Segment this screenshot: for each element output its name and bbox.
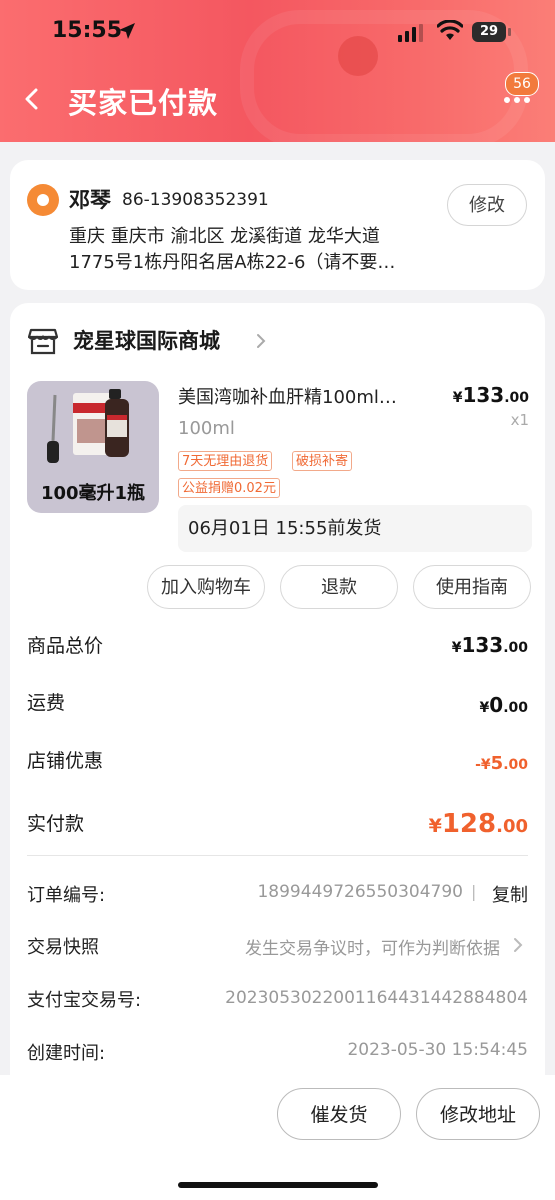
back-arrow-icon[interactable] [22, 88, 42, 110]
created-time-label: 创建时间: [27, 1043, 106, 1064]
page-title: 买家已付款 [68, 86, 219, 120]
change-address-button[interactable]: 修改地址 [416, 1088, 540, 1140]
alipay-trade-number-value: 2023053022001164431442884804 [225, 988, 528, 1008]
shop-name[interactable]: 宠星球国际商城 [73, 325, 220, 355]
status-time: 15:55 [52, 18, 123, 43]
edit-address-button[interactable]: 修改 [447, 184, 527, 226]
product-quantity: x1 [510, 411, 529, 429]
goods-total-label: 商品总价 [27, 635, 104, 657]
store-icon [28, 328, 58, 355]
product-title[interactable]: 美国湾咖补血肝精100ml… [178, 383, 436, 409]
alipay-trade-number-label: 支付宝交易号: [27, 990, 142, 1011]
chevron-right-icon[interactable] [256, 333, 266, 349]
message-count-badge: 56 [505, 72, 539, 96]
recipient-phone: 86-13908352391 [122, 190, 269, 210]
address-line-2: 1775号1栋丹阳名居A栋22-6（请不要… [69, 252, 396, 273]
home-indicator[interactable] [178, 1182, 378, 1188]
goods-total-value: ¥133.00 [451, 633, 528, 657]
separator: | [471, 882, 477, 901]
freight-value: ¥0.00 [479, 693, 528, 717]
freight-label: 运费 [27, 692, 66, 714]
location-arrow-icon [119, 23, 135, 39]
amount-paid-label: 实付款 [27, 813, 85, 835]
order-number-value: 1899449726550304790 [257, 882, 463, 902]
header-bar: 15:55 29 买家已付款 56 [0, 0, 555, 142]
status-bar: 15:55 29 [0, 0, 555, 64]
order-number-label: 订单编号: [27, 885, 106, 906]
chevron-right-icon[interactable] [513, 937, 523, 953]
product-image-caption: 100毫升1瓶 [40, 483, 146, 504]
address-card: 邓琴 86-13908352391 修改 重庆 重庆市 渝北区 龙溪街道 龙华大… [10, 160, 545, 290]
created-time-value: 2023-05-30 15:54:45 [347, 1040, 528, 1060]
location-pin-icon [27, 184, 59, 216]
address-line-1: 重庆 重庆市 渝北区 龙溪街道 龙华大道 [69, 226, 380, 247]
damage-resend-tag: 破损补寄 [292, 451, 353, 471]
divider [27, 855, 528, 856]
trade-snapshot-hint[interactable]: 发生交易争议时，可作为判断依据 [245, 934, 500, 959]
refund-button[interactable]: 退款 [280, 565, 398, 609]
product-spec: 100ml [178, 418, 235, 439]
bottom-action-bar: 催发货 修改地址 [0, 1075, 555, 1200]
urge-shipment-button[interactable]: 催发货 [277, 1088, 401, 1140]
add-to-cart-button[interactable]: 加入购物车 [147, 565, 265, 609]
product-image[interactable]: 100毫升1瓶 [27, 381, 159, 513]
shipping-deadline: 06月01日 15:55前发货 [178, 505, 532, 552]
product-price: ¥133.00 [452, 383, 529, 407]
store-discount-label: 店铺优惠 [27, 750, 104, 772]
trade-snapshot-label: 交易快照 [27, 937, 99, 958]
recipient-name: 邓琴 [69, 188, 111, 212]
return-policy-tag: 7天无理由退货 [178, 451, 273, 471]
wifi-icon [437, 20, 463, 40]
user-guide-button[interactable]: 使用指南 [413, 565, 531, 609]
copy-order-number-button[interactable]: 复制 [492, 881, 528, 907]
signal-icon [398, 24, 423, 42]
charity-donation-tag: 公益捐赠0.02元 [178, 478, 280, 498]
amount-paid-value: ¥128.00 [428, 809, 528, 839]
battery-icon: 29 [472, 22, 512, 42]
battery-level: 29 [472, 22, 506, 42]
store-discount-value: -¥5.00 [475, 753, 528, 774]
order-card: 宠星球国际商城 100毫升1瓶 美国湾咖补血肝精100ml… ¥133.00 x… [10, 303, 545, 1093]
